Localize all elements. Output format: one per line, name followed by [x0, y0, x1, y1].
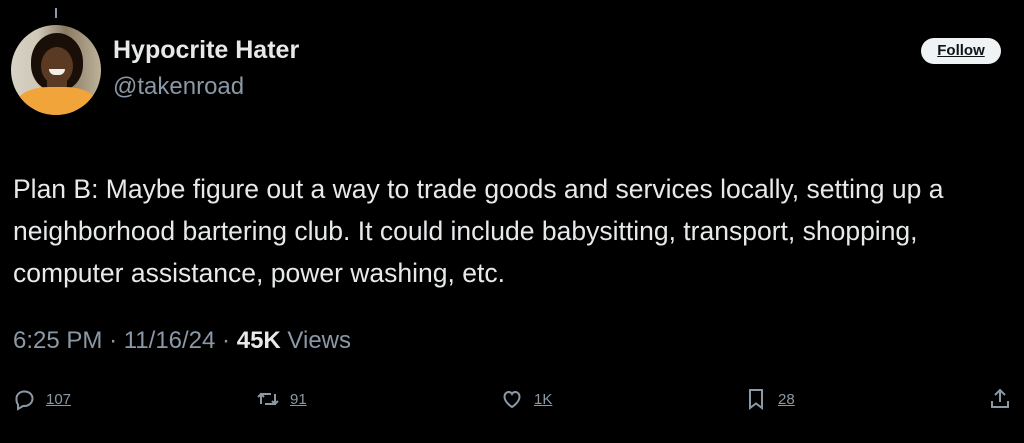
tweet-meta: 6:25 PM · 11/16/24 · 45K Views — [13, 327, 351, 355]
meta-separator: · — [109, 327, 118, 354]
tweet-text: Plan B: Maybe figure out a way to trade … — [13, 174, 944, 288]
meta-separator: · — [222, 327, 231, 354]
heart-icon — [503, 390, 521, 409]
avatar-shirt — [17, 87, 97, 115]
reply-count: 107 — [46, 390, 72, 408]
like-count: 1K — [534, 390, 553, 408]
views-count: 45K — [236, 327, 281, 354]
retweet-button[interactable]: 91 — [256, 385, 307, 413]
share-icon — [991, 388, 1009, 408]
avatar[interactable] — [11, 25, 101, 115]
share-button[interactable] — [988, 385, 1012, 413]
retweet-count: 91 — [290, 390, 307, 408]
avatar-face — [41, 47, 73, 85]
tweet-time[interactable]: 6:25 PM — [13, 327, 102, 354]
tweet-date[interactable]: 11/16/24 — [124, 327, 216, 354]
top-tick-mark — [55, 8, 57, 18]
reply-button[interactable]: 107 — [12, 385, 71, 413]
user-handle[interactable]: @takenroad — [113, 73, 244, 101]
reply-icon — [15, 390, 34, 411]
bookmark-button[interactable]: 28 — [744, 385, 795, 413]
views-label: Views — [287, 327, 352, 354]
like-button[interactable]: 1K — [500, 385, 552, 413]
follow-button[interactable]: Follow — [921, 38, 1001, 64]
tweet-card: Hypocrite Hater @takenroad Follow Plan B… — [0, 0, 1024, 443]
display-name[interactable]: Hypocrite Hater — [113, 36, 299, 65]
retweet-icon — [257, 392, 279, 406]
bookmark-icon — [749, 389, 763, 410]
bookmark-count: 28 — [778, 390, 795, 408]
